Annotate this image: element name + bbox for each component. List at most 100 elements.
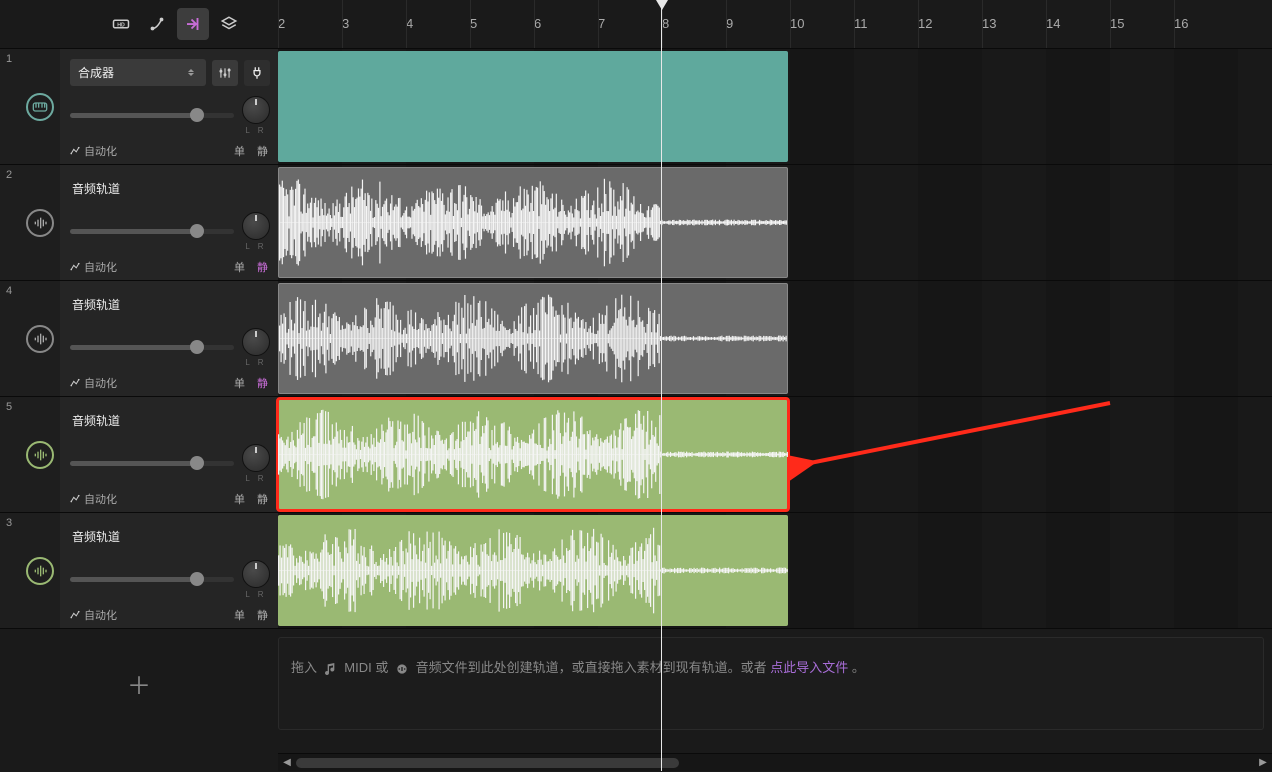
track-row: 4 音频轨道 L R 自动化 单 静 bbox=[0, 280, 1272, 396]
drop-zone[interactable]: 拖入 MIDI 或 音频文件到此处创建轨道，或直接拖入素材到现有轨道。或者 点此… bbox=[278, 637, 1264, 730]
solo-button[interactable]: 单 bbox=[232, 375, 247, 391]
scroll-right-button[interactable]: ▶ bbox=[1254, 754, 1272, 772]
tracks-container: 1 合成器 L R 自动化 单 静 bbox=[0, 48, 1272, 738]
pan-knob[interactable] bbox=[242, 96, 270, 124]
horizontal-scrollbar[interactable]: ◀ ▶ bbox=[278, 753, 1272, 771]
pan-knob[interactable] bbox=[242, 560, 270, 588]
drop-text: 音频文件到此处创建轨道，或直接拖入素材到现有轨道。或者 bbox=[416, 660, 767, 675]
automation-button[interactable]: 自动化 bbox=[70, 607, 117, 623]
track-icon-column bbox=[20, 513, 60, 628]
solo-button[interactable]: 单 bbox=[232, 607, 247, 623]
pan-lr-label: L R bbox=[242, 474, 270, 483]
volume-slider[interactable] bbox=[70, 113, 234, 118]
pan-lr-label: L R bbox=[242, 126, 270, 135]
track-number: 1 bbox=[0, 49, 20, 164]
clip[interactable] bbox=[278, 51, 788, 162]
ruler-tick: 11 bbox=[854, 0, 918, 48]
track-name-select[interactable]: 合成器 bbox=[70, 59, 206, 86]
track-icon-column bbox=[20, 165, 60, 280]
clip-area[interactable] bbox=[278, 281, 1272, 396]
volume-slider[interactable] bbox=[70, 345, 234, 350]
clip-area[interactable] bbox=[278, 513, 1272, 628]
ruler-tick: 8 bbox=[662, 0, 726, 48]
solo-button[interactable]: 单 bbox=[232, 143, 247, 159]
track-number: 5 bbox=[0, 397, 20, 512]
scroll-left-button[interactable]: ◀ bbox=[278, 754, 296, 772]
clip[interactable] bbox=[278, 515, 788, 626]
scroll-thumb[interactable] bbox=[296, 758, 679, 768]
layers-button[interactable] bbox=[213, 8, 245, 40]
waveform bbox=[278, 515, 788, 626]
svg-text:HD: HD bbox=[117, 22, 125, 28]
ruler-tick: 15 bbox=[1110, 0, 1174, 48]
ruler-tick: 16 bbox=[1174, 0, 1238, 48]
pan-knob[interactable] bbox=[242, 212, 270, 240]
track-name[interactable]: 音频轨道 bbox=[70, 175, 270, 202]
clip[interactable] bbox=[278, 283, 788, 394]
track-header: 合成器 L R 自动化 单 静 bbox=[60, 49, 278, 164]
ruler-tick: 12 bbox=[918, 0, 982, 48]
mute-button[interactable]: 静 bbox=[255, 259, 270, 275]
ruler-tick: 9 bbox=[726, 0, 790, 48]
clip-area[interactable] bbox=[278, 397, 1272, 512]
track-icon-column bbox=[20, 49, 60, 164]
pan-knob[interactable] bbox=[242, 328, 270, 356]
automation-button[interactable]: 自动化 bbox=[70, 375, 117, 391]
pan-lr-label: L R bbox=[242, 358, 270, 367]
solo-button[interactable]: 单 bbox=[232, 491, 247, 507]
drop-text: 。 bbox=[852, 660, 865, 675]
ruler-tick: 3 bbox=[342, 0, 406, 48]
import-link[interactable]: 点此导入文件 bbox=[770, 660, 848, 675]
solo-button[interactable]: 单 bbox=[232, 259, 247, 275]
track-header: 音频轨道 L R 自动化 单 静 bbox=[60, 165, 278, 280]
track-plugin-button[interactable] bbox=[244, 60, 270, 86]
waveform-icon bbox=[26, 441, 54, 469]
track-icon-column bbox=[20, 397, 60, 512]
track-row: 3 音频轨道 L R 自动化 单 静 bbox=[0, 512, 1272, 628]
clip[interactable] bbox=[278, 167, 788, 278]
hd-button[interactable]: HD bbox=[105, 8, 137, 40]
ruler-tick: 5 bbox=[470, 0, 534, 48]
track-settings-button[interactable] bbox=[212, 60, 238, 86]
volume-slider[interactable] bbox=[70, 577, 234, 582]
track-row: 1 合成器 L R 自动化 单 静 bbox=[0, 48, 1272, 164]
pan-lr-label: L R bbox=[242, 242, 270, 251]
add-track-row: ＋ 拖入 MIDI 或 音频文件到此处创建轨道，或直接拖入素材到现有轨道。或者 … bbox=[0, 628, 1272, 738]
ruler-tick: 14 bbox=[1046, 0, 1110, 48]
clip-area[interactable] bbox=[278, 165, 1272, 280]
volume-slider[interactable] bbox=[70, 461, 234, 466]
add-track-button[interactable]: ＋ bbox=[127, 666, 151, 701]
track-header: 音频轨道 L R 自动化 单 静 bbox=[60, 513, 278, 628]
drop-text: MIDI 或 bbox=[344, 660, 388, 675]
audio-badge-icon bbox=[394, 661, 410, 677]
waveform-icon bbox=[26, 557, 54, 585]
mute-button[interactable]: 静 bbox=[255, 491, 270, 507]
mute-button[interactable]: 静 bbox=[255, 375, 270, 391]
clip[interactable] bbox=[278, 399, 788, 510]
automation-button[interactable]: 自动化 bbox=[70, 259, 117, 275]
waveform-icon bbox=[26, 325, 54, 353]
track-number: 3 bbox=[0, 513, 20, 628]
automation-button[interactable]: 自动化 bbox=[70, 491, 117, 507]
snap-tool-button[interactable] bbox=[177, 8, 209, 40]
ruler-tick: 2 bbox=[278, 0, 342, 48]
volume-slider[interactable] bbox=[70, 229, 234, 234]
playhead[interactable] bbox=[661, 0, 662, 771]
mute-button[interactable]: 静 bbox=[255, 143, 270, 159]
ruler-tick: 13 bbox=[982, 0, 1046, 48]
timeline-ruler[interactable]: 2345678910111213141516 bbox=[278, 0, 1272, 48]
track-name[interactable]: 音频轨道 bbox=[70, 291, 270, 318]
curve-tool-button[interactable] bbox=[141, 8, 173, 40]
waveform bbox=[278, 399, 788, 510]
track-name[interactable]: 音频轨道 bbox=[70, 523, 270, 550]
clip-area[interactable] bbox=[278, 49, 1272, 164]
waveform bbox=[279, 168, 787, 277]
automation-button[interactable]: 自动化 bbox=[70, 143, 117, 159]
pan-knob[interactable] bbox=[242, 444, 270, 472]
track-header: 音频轨道 L R 自动化 单 静 bbox=[60, 281, 278, 396]
track-name[interactable]: 音频轨道 bbox=[70, 407, 270, 434]
track-header: 音频轨道 L R 自动化 单 静 bbox=[60, 397, 278, 512]
ruler-tick: 4 bbox=[406, 0, 470, 48]
waveform bbox=[279, 284, 787, 393]
mute-button[interactable]: 静 bbox=[255, 607, 270, 623]
